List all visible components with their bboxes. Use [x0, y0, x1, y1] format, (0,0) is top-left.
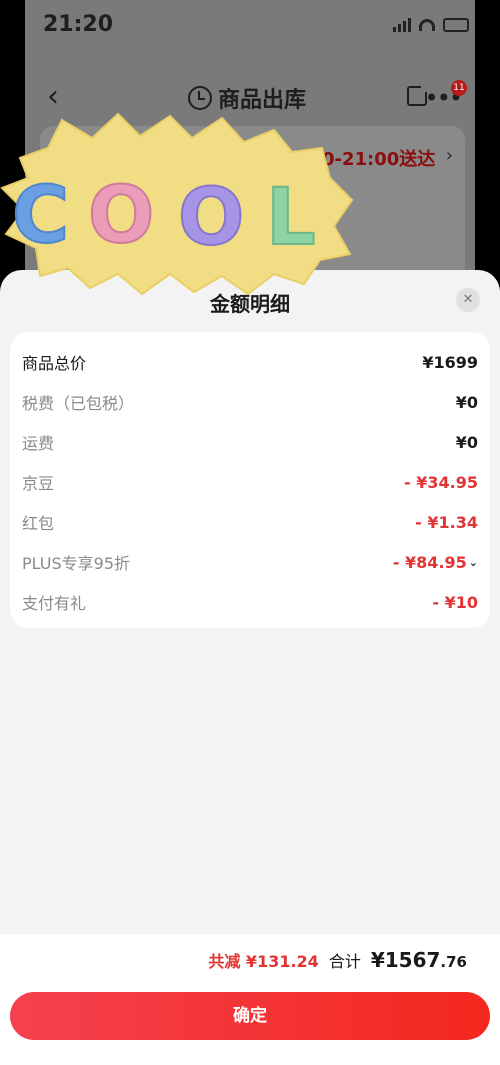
- sticker-letter-l: L: [266, 173, 316, 263]
- row-value: - ¥84.95: [392, 552, 467, 572]
- sticker-letter-o2: O: [178, 173, 244, 263]
- status-icons: [393, 18, 469, 32]
- clock-icon: [188, 86, 212, 110]
- row-value: - ¥1.34: [415, 512, 478, 532]
- row-value: - ¥34.95: [404, 472, 478, 492]
- row-label: 运费: [22, 434, 55, 453]
- signal-icon: [393, 18, 411, 32]
- row-value: - ¥10: [432, 592, 478, 612]
- row-label: 京豆: [22, 474, 55, 493]
- row-value: ¥1699: [422, 352, 478, 372]
- status-time: 21:20: [43, 12, 114, 37]
- close-icon[interactable]: ✕: [456, 288, 480, 312]
- row-label: 支付有礼: [22, 594, 87, 613]
- sticker-letter-c: C: [12, 171, 69, 261]
- sticker-letter-o1: O: [88, 171, 154, 261]
- chevron-down-icon[interactable]: ⌄: [469, 556, 478, 569]
- total-amount: ¥1567.76: [371, 948, 467, 972]
- detail-row-jingdou: 京豆 - ¥34.95: [22, 462, 478, 502]
- total-cents: .76: [440, 953, 467, 971]
- footer-bar: 共减 ¥131.24 合计 ¥1567.76 确定: [0, 934, 500, 1065]
- message-badge: 11: [451, 80, 467, 96]
- row-value: ¥0: [455, 432, 478, 452]
- wifi-icon: [419, 19, 435, 31]
- detail-row-red-packet: 红包 - ¥1.34: [22, 502, 478, 542]
- detail-row-total-price: 商品总价 ¥1699: [22, 342, 478, 382]
- detail-row-payment-gift: 支付有礼 - ¥10: [22, 582, 478, 622]
- price-summary: 共减 ¥131.24 合计 ¥1567.76: [208, 948, 467, 972]
- detail-row-tax: 税费（已包税） ¥0: [22, 382, 478, 422]
- row-value-wrap: - ¥84.95 ⌄: [393, 553, 478, 572]
- saved-amount: 共减 ¥131.24: [208, 952, 319, 971]
- row-label: 商品总价: [22, 354, 87, 373]
- total-label: 合计: [328, 952, 361, 971]
- total-main: ¥1567: [370, 948, 441, 972]
- detail-card: 商品总价 ¥1699 税费（已包税） ¥0 运费 ¥0 京豆 - ¥34.95 …: [10, 332, 490, 628]
- row-label: 税费（已包税）: [22, 394, 135, 413]
- row-value: ¥0: [455, 392, 478, 412]
- chevron-right-icon: ›: [445, 145, 453, 166]
- detail-row-plus-discount[interactable]: PLUS专享95折 - ¥84.95 ⌄: [22, 542, 478, 582]
- row-label: PLUS专享95折: [22, 554, 130, 573]
- confirm-button[interactable]: 确定: [10, 992, 490, 1040]
- detail-row-shipping: 运费 ¥0: [22, 422, 478, 462]
- row-label: 红包: [22, 514, 55, 533]
- cool-sticker: C O O L: [0, 112, 354, 296]
- battery-icon: [443, 18, 469, 32]
